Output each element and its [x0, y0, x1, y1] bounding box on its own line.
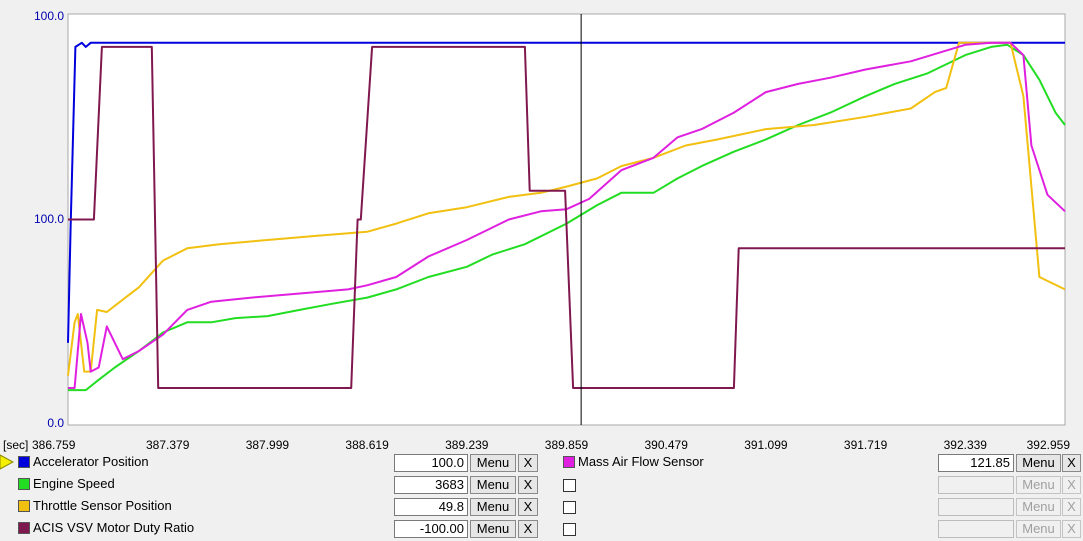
signal-menu-button: Menu	[1016, 498, 1061, 516]
signal-name-label: Accelerator Position	[33, 454, 149, 469]
signal-menu-button: Menu	[1016, 520, 1061, 538]
signal-add-checkbox[interactable]	[563, 479, 576, 492]
signal-value-field	[938, 476, 1014, 494]
signal-remove-button: X	[1062, 520, 1081, 538]
x-tick-label: 391.719	[844, 438, 888, 452]
signal-menu-button[interactable]: Menu	[470, 520, 516, 538]
y-tick-label: 0.0	[47, 416, 64, 430]
signal-name-label: Mass Air Flow Sensor	[578, 454, 704, 469]
x-tick-label: 388.619	[345, 438, 389, 452]
signal-name-label: ACIS VSV Motor Duty Ratio	[33, 520, 195, 535]
x-axis-unit-label: [sec]	[3, 438, 28, 452]
signal-remove-button[interactable]: X	[518, 498, 538, 516]
signal-value-field[interactable]: 100.0	[394, 454, 468, 472]
x-tick-label: 386.759	[32, 438, 76, 452]
selected-row-arrow-icon	[0, 454, 14, 470]
signal-value-field[interactable]: 121.85	[938, 454, 1014, 472]
signal-value-field[interactable]: 3683	[394, 476, 468, 494]
signal-menu-button[interactable]: Menu	[470, 454, 516, 472]
signal-remove-button[interactable]: X	[1062, 454, 1081, 472]
signal-add-checkbox[interactable]	[563, 501, 576, 514]
signal-value-field[interactable]: -100.00	[394, 520, 468, 538]
x-tick-label: 392.959	[1027, 438, 1071, 452]
x-tick-label: 387.379	[146, 438, 190, 452]
signal-name-label: Throttle Sensor Position	[33, 498, 172, 513]
signal-value-field	[938, 520, 1014, 538]
x-tick-label: 392.339	[944, 438, 988, 452]
signal-remove-button: X	[1062, 498, 1081, 516]
signal-remove-button: X	[1062, 476, 1081, 494]
signal-menu-button[interactable]: Menu	[470, 476, 516, 494]
signal-color-swatch	[18, 456, 30, 468]
x-tick-label: 390.479	[645, 438, 689, 452]
x-tick-label: 391.099	[744, 438, 788, 452]
x-tick-label: 389.859	[545, 438, 589, 452]
signal-remove-button[interactable]: X	[518, 476, 538, 494]
signal-name-label: Engine Speed	[33, 476, 115, 491]
x-tick-label: 387.999	[246, 438, 290, 452]
signal-color-swatch	[18, 522, 30, 534]
signal-remove-button[interactable]: X	[518, 520, 538, 538]
signal-color-swatch	[18, 478, 30, 490]
y-tick-label: 100.0	[34, 212, 64, 226]
y-tick-label: 100.0	[34, 9, 64, 23]
signal-add-checkbox[interactable]	[563, 523, 576, 536]
signal-color-swatch	[563, 456, 575, 468]
signal-value-field	[938, 498, 1014, 516]
signal-menu-button: Menu	[1016, 476, 1061, 494]
x-tick-label: 389.239	[445, 438, 489, 452]
graph-area[interactable]: 100.0 100.0 0.0 [sec] 386.759 387.379 387.999…	[0, 0, 1083, 455]
signal-menu-button[interactable]: Menu	[470, 498, 516, 516]
signal-remove-button[interactable]: X	[518, 454, 538, 472]
signal-value-field[interactable]: 49.8	[394, 498, 468, 516]
signal-color-swatch	[18, 500, 30, 512]
signal-menu-button[interactable]: Menu	[1016, 454, 1061, 472]
